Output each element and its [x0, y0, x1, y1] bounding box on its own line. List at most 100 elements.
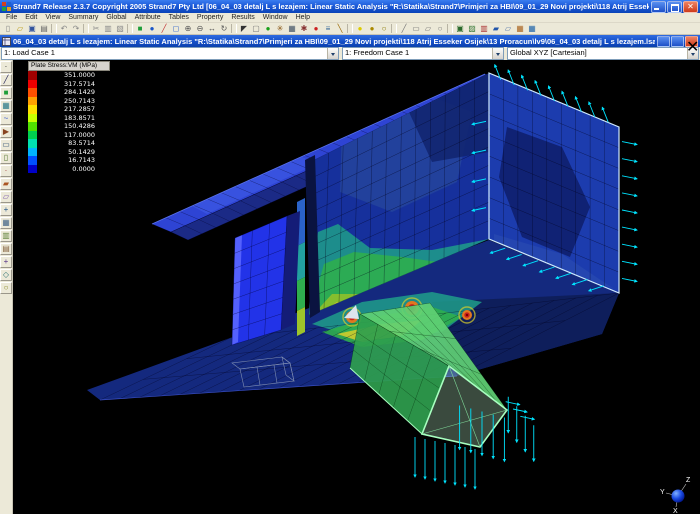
draw-rect-button[interactable]: ▭ — [410, 24, 422, 34]
freedom-case-dropdown-icon[interactable] — [492, 48, 503, 59]
select-beam-button[interactable]: ╱ — [0, 74, 12, 86]
bulb-off-button[interactable]: ○ — [378, 24, 390, 34]
entity-node-button[interactable]: ● — [262, 24, 274, 34]
close-button[interactable]: ✕ — [683, 1, 698, 13]
legend-rows: 351.0000317.5714284.1429250.7143217.2857… — [28, 71, 110, 173]
menu-file[interactable]: File — [2, 14, 21, 21]
bulb-on-button[interactable]: ● — [354, 24, 366, 34]
select-link-button[interactable]: ~ — [0, 113, 12, 125]
menu-help[interactable]: Help — [292, 14, 314, 21]
load-case-dropdown-icon[interactable] — [327, 48, 338, 59]
show-globe-button[interactable]: ● — [146, 24, 158, 34]
zoom-out-button[interactable]: ⊖ — [194, 24, 206, 34]
show-plates-button[interactable]: ■ — [134, 24, 146, 34]
child-close-button[interactable]: ✕ — [685, 36, 698, 47]
image-tool-button[interactable]: ▣ — [454, 24, 466, 34]
toggle-beam-icon: ▯ — [4, 154, 8, 162]
open-file-button[interactable]: ▱ — [14, 24, 26, 34]
attr-marker-icon: ● — [314, 25, 319, 33]
toolbar-separator — [51, 24, 57, 33]
attr-marker-button[interactable]: ● — [310, 24, 322, 34]
legend-color-chip — [28, 80, 37, 89]
select-region-button[interactable]: ▢ — [250, 24, 262, 34]
save-file-button[interactable]: ▣ — [26, 24, 38, 34]
film-tool-button[interactable]: ▱ — [502, 24, 514, 34]
maximize-button[interactable] — [667, 1, 682, 13]
new-file-icon: ▯ — [6, 25, 10, 33]
results-grid-button[interactable]: ▦ — [514, 24, 526, 34]
menu-property[interactable]: Property — [193, 14, 227, 21]
view-snap-button[interactable]: ▤ — [0, 243, 12, 255]
toggle-plate-button[interactable]: · — [0, 165, 12, 177]
toggle-brick-icon: ▰ — [3, 180, 9, 188]
viewport[interactable]: Plate Stress:VM (MPa) 351.0000317.571428… — [13, 60, 700, 514]
pencil-edit-button[interactable]: ╲ — [334, 24, 346, 34]
entity-plate-icon: ▦ — [288, 25, 296, 33]
toggle-node-button[interactable]: ▭ — [0, 139, 12, 151]
draw-poly-button[interactable]: ▱ — [422, 24, 434, 34]
chart-tool-button[interactable]: ▥ — [478, 24, 490, 34]
menu-edit[interactable]: Edit — [21, 14, 41, 21]
child-minimize-button[interactable] — [657, 36, 670, 47]
select-region-icon: ▢ — [252, 25, 260, 33]
zoom-in-button[interactable]: ⊕ — [182, 24, 194, 34]
bulb-dim-button[interactable]: ● — [366, 24, 378, 34]
select-plate-button[interactable]: ■ — [0, 87, 12, 99]
toggle-beam-button[interactable]: ▯ — [0, 152, 12, 164]
zoom-box-button[interactable]: ◻ — [170, 24, 182, 34]
freedom-case-combo[interactable]: 1: Freedom Case 1 — [342, 47, 504, 60]
show-globe-icon: ● — [150, 25, 155, 33]
new-file-button[interactable]: ▯ — [2, 24, 14, 34]
table-tool-button[interactable]: ▦ — [526, 24, 538, 34]
draw-tool-button[interactable]: ╱ — [158, 24, 170, 34]
select-node-button[interactable]: · — [0, 61, 12, 73]
palette-button[interactable]: ▨ — [466, 24, 478, 34]
draw-tool-icon: ╱ — [162, 25, 167, 33]
legend-value: 351.0000 — [37, 71, 95, 79]
menu-global[interactable]: Global — [102, 14, 130, 21]
pan-button[interactable]: ↔ — [206, 24, 218, 34]
entity-brick-button[interactable]: ✱ — [298, 24, 310, 34]
toolbar-separator — [83, 24, 89, 33]
close-icon: ✕ — [684, 2, 697, 12]
layers-button[interactable]: ≡ — [322, 24, 334, 34]
select-vertex-button[interactable]: ▶ — [0, 126, 12, 138]
toggle-brick-button[interactable]: ▰ — [0, 178, 12, 190]
select-beam-icon: ╱ — [4, 76, 9, 84]
view-perspective-button[interactable]: ◇ — [0, 269, 12, 281]
cut-button[interactable]: ✂ — [90, 24, 102, 34]
redo-button[interactable]: ↷ — [70, 24, 82, 34]
menu-window[interactable]: Window — [259, 14, 292, 21]
menu-tables[interactable]: Tables — [165, 14, 193, 21]
load-case-combo[interactable]: 1: Load Case 1 — [1, 47, 339, 60]
menu-attribute[interactable]: Attribute — [131, 14, 165, 21]
coordinate-system-combo[interactable]: Global XYZ [Cartesian] — [507, 47, 699, 60]
print-button[interactable]: ▤ — [38, 24, 50, 34]
view-axes-button[interactable]: + — [0, 256, 12, 268]
select-brick-icon: ▦ — [2, 102, 10, 110]
menu-summary[interactable]: Summary — [64, 14, 102, 21]
axis-y-label: Y — [660, 489, 665, 496]
view-scale-button[interactable]: ▥ — [0, 230, 12, 242]
select-arrow-icon: ◤ — [241, 25, 247, 33]
model-render[interactable] — [13, 60, 700, 514]
menu-view[interactable]: View — [41, 14, 64, 21]
view-light-button[interactable]: ○ — [0, 282, 12, 294]
entity-beam-button[interactable]: ✳ — [274, 24, 286, 34]
select-arrow-button[interactable]: ◤ — [238, 24, 250, 34]
copy-button[interactable]: ▥ — [102, 24, 114, 34]
menu-results[interactable]: Results — [227, 14, 258, 21]
view-grid-button[interactable]: ▦ — [0, 217, 12, 229]
minimize-button[interactable] — [651, 1, 666, 13]
draw-circle-button[interactable]: ○ — [434, 24, 446, 34]
child-restore-button[interactable] — [671, 36, 684, 47]
draw-line-button[interactable]: ╱ — [398, 24, 410, 34]
entity-plate-button[interactable]: ▦ — [286, 24, 298, 34]
undo-button[interactable]: ↶ — [58, 24, 70, 34]
paste-button[interactable]: ▧ — [114, 24, 126, 34]
toggle-link-button[interactable]: ▱ — [0, 191, 12, 203]
animation-tool-button[interactable]: ▰ — [490, 24, 502, 34]
rotate-view-button[interactable]: ↻ — [218, 24, 230, 34]
select-brick-button[interactable]: ▦ — [0, 100, 12, 112]
view-align-button[interactable]: + — [0, 204, 12, 216]
